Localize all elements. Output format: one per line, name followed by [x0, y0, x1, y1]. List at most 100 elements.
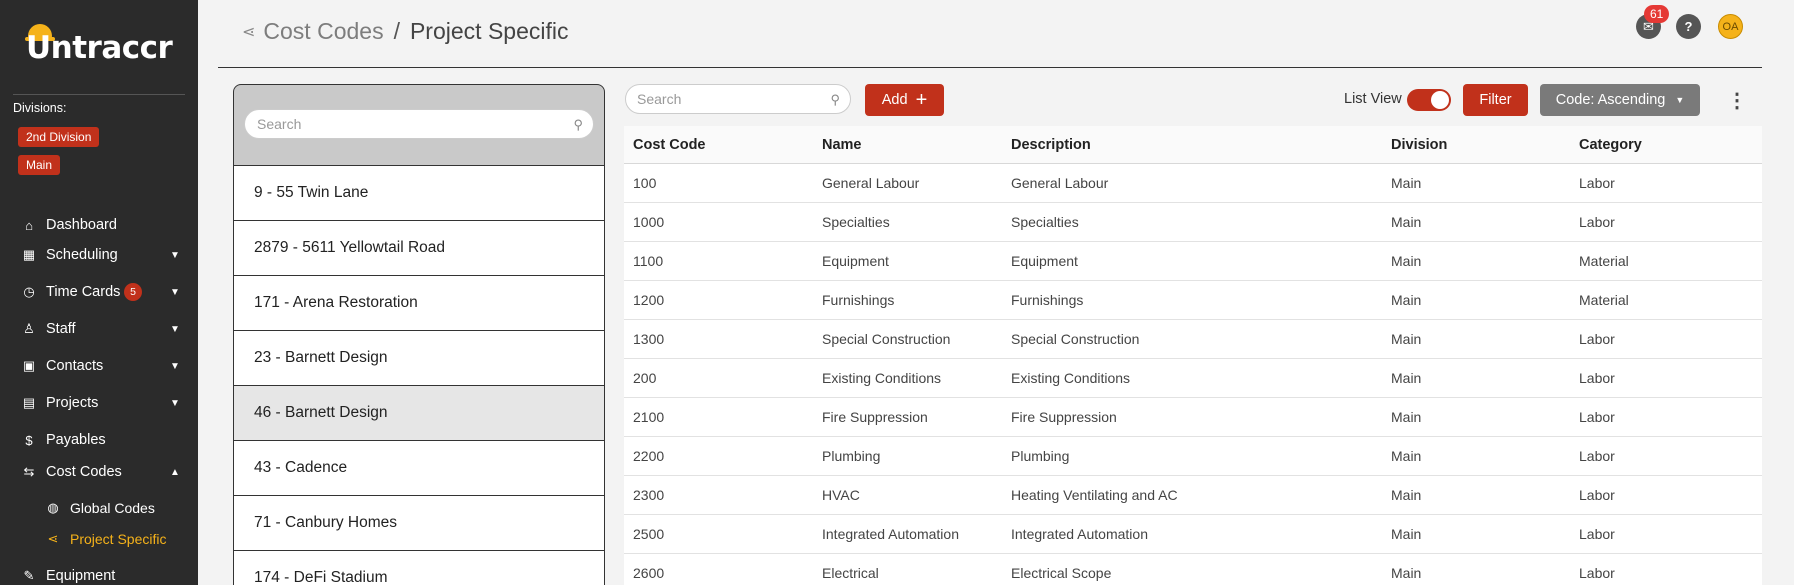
breadcrumb-root[interactable]: Cost Codes — [263, 18, 383, 45]
sidebar-item-payables[interactable]: $ Payables — [0, 426, 198, 454]
column-header-cost-code[interactable]: Cost Code — [633, 126, 706, 163]
cell-cost-code: 2500 — [633, 526, 665, 542]
cost-code-search-input[interactable] — [637, 85, 817, 113]
cell-division: Main — [1391, 253, 1422, 269]
project-item[interactable]: 171 - Arena Restoration — [234, 275, 604, 330]
swap-icon: ⇆ — [23, 464, 35, 479]
table-row[interactable]: 1200 Furnishings Furnishings Main Material — [624, 281, 1762, 320]
project-list: 9 - 55 Twin Lane 2879 - 5611 Yellowtail … — [234, 165, 604, 585]
sidebar-item-projects[interactable]: ▤ Projects ▼ — [0, 389, 198, 417]
cell-name: Plumbing — [822, 448, 881, 464]
cell-division: Main — [1391, 448, 1422, 464]
project-item[interactable]: 2879 - 5611 Yellowtail Road — [234, 220, 604, 275]
help-icon: ? — [1684, 19, 1693, 34]
sidebar-item-contacts[interactable]: ▣ Contacts ▼ — [0, 352, 198, 380]
table-row[interactable]: 1000 Specialties Specialties Main Labor — [624, 203, 1762, 242]
project-item[interactable]: 71 - Canbury Homes — [234, 495, 604, 550]
more-options-icon[interactable]: ⋮ — [1727, 84, 1747, 116]
cell-division: Main — [1391, 292, 1422, 308]
division-badge-main[interactable]: Main — [18, 155, 61, 175]
list-view-label: List View — [1344, 91, 1402, 107]
cost-code-search-box: ⚲ — [625, 84, 851, 114]
cell-description: Furnishings — [1011, 292, 1084, 308]
chevron-down-icon: ▼ — [170, 323, 180, 335]
dollar-icon: $ — [25, 432, 33, 448]
table-row[interactable]: 200 Existing Conditions Existing Condition… — [624, 359, 1762, 398]
project-search-input[interactable] — [257, 110, 557, 138]
home-icon: ⌂ — [25, 217, 33, 233]
search-icon[interactable]: ⚲ — [830, 92, 840, 108]
sidebar-item-dashboard[interactable]: ⌂ Dashboard — [0, 211, 198, 239]
project-item[interactable]: 174 - DeFi Stadium — [234, 550, 604, 585]
column-header-division[interactable]: Division — [1391, 126, 1447, 163]
sidebar: Untraccr Divisions: 2nd Division Main ⌂ … — [0, 0, 198, 585]
cell-description: Equipment — [1011, 253, 1078, 269]
cell-description: Plumbing — [1011, 448, 1070, 464]
plus-icon: + — [915, 89, 928, 111]
project-item-selected[interactable]: 46 - Barnett Design — [234, 385, 604, 440]
cell-category: Labor — [1579, 526, 1615, 542]
cell-name: Electrical — [822, 565, 879, 581]
sidebar-divider — [13, 94, 185, 95]
table-row[interactable]: 1100 Equipment Equipment Main Material — [624, 242, 1762, 281]
sort-dropdown[interactable]: Code: Ascending ▼ — [1540, 84, 1700, 116]
cell-name: Fire Suppression — [822, 409, 928, 425]
project-item[interactable]: 43 - Cadence — [234, 440, 604, 495]
sidebar-item-staff[interactable]: ♙ Staff ▼ — [0, 315, 198, 343]
sidebar-item-scheduling[interactable]: ▦ Scheduling ▼ — [0, 241, 198, 269]
cell-cost-code: 100 — [633, 175, 657, 191]
cell-division: Main — [1391, 487, 1422, 503]
sidebar-item-time-cards[interactable]: ◷ Time Cards 5 ▼ — [0, 278, 198, 306]
cell-name: Furnishings — [822, 292, 895, 308]
table-row[interactable]: 2300 HVAC Heating Ventilating and AC Main La… — [624, 476, 1762, 515]
cell-cost-code: 2600 — [633, 565, 665, 581]
sidebar-item-label: Equipment — [46, 568, 116, 584]
share-icon: ⋖ — [242, 23, 256, 41]
cell-division: Main — [1391, 409, 1422, 425]
table-row[interactable]: 2200 Plumbing Plumbing Main Labor — [624, 437, 1762, 476]
cell-category: Material — [1579, 253, 1629, 269]
cell-cost-code: 1300 — [633, 331, 665, 347]
cell-division: Main — [1391, 370, 1422, 386]
table-row[interactable]: 2100 Fire Suppression Fire Suppression Main… — [624, 398, 1762, 437]
person-icon: ♙ — [23, 321, 35, 336]
table-row[interactable]: 2500 Integrated Automation Integrated Auto… — [624, 515, 1762, 554]
cell-description: Heating Ventilating and AC — [1011, 487, 1178, 503]
cell-division: Main — [1391, 526, 1422, 542]
add-button[interactable]: Add + — [865, 84, 944, 116]
cell-cost-code: 1200 — [633, 292, 665, 308]
search-icon[interactable]: ⚲ — [573, 117, 583, 133]
cell-category: Labor — [1579, 448, 1615, 464]
column-header-category[interactable]: Category — [1579, 126, 1642, 163]
sidebar-item-cost-codes[interactable]: ⇆ Cost Codes ▲ — [0, 458, 198, 486]
avatar[interactable]: OA — [1718, 14, 1743, 39]
cell-division: Main — [1391, 565, 1422, 581]
add-label: Add — [881, 92, 908, 108]
clock-icon: ◷ — [23, 284, 35, 299]
list-view-toggle[interactable] — [1407, 89, 1451, 111]
column-header-description[interactable]: Description — [1011, 126, 1091, 163]
cell-description: Fire Suppression — [1011, 409, 1117, 425]
column-header-name[interactable]: Name — [822, 126, 862, 163]
project-item[interactable]: 9 - 55 Twin Lane — [234, 165, 604, 220]
cell-name: Integrated Automation — [822, 526, 959, 542]
untraccr-logo[interactable]: Untraccr — [25, 24, 186, 66]
project-item[interactable]: 23 - Barnett Design — [234, 330, 604, 385]
division-badge-2nd-division[interactable]: 2nd Division — [18, 127, 100, 147]
sidebar-item-label: Staff — [46, 321, 76, 337]
cell-division: Main — [1391, 331, 1422, 347]
cell-division: Main — [1391, 175, 1422, 191]
filter-button[interactable]: Filter — [1463, 84, 1528, 116]
sidebar-item-label: Global Codes — [70, 500, 155, 516]
sidebar-item-global-codes[interactable]: ◍ Global Codes — [0, 494, 198, 522]
cell-category: Labor — [1579, 214, 1615, 230]
calendar-icon: ▦ — [22, 247, 36, 262]
sidebar-item-project-specific[interactable]: ⋖ Project Specific — [0, 525, 198, 553]
table-row[interactable]: 1300 Special Construction Special Construc… — [624, 320, 1762, 359]
sidebar-item-equipment[interactable]: ✎ Equipment — [0, 562, 198, 585]
cell-description: Existing Conditions — [1011, 370, 1131, 386]
table-row[interactable]: 2600 Electrical Electrical Scope Main Labor — [624, 554, 1762, 585]
breadcrumb: ⋖ Cost Codes / Project Specific — [242, 18, 568, 45]
table-row[interactable]: 100 General Labour General Labour Main Labor — [624, 164, 1762, 203]
help-button[interactable]: ? — [1676, 14, 1701, 39]
